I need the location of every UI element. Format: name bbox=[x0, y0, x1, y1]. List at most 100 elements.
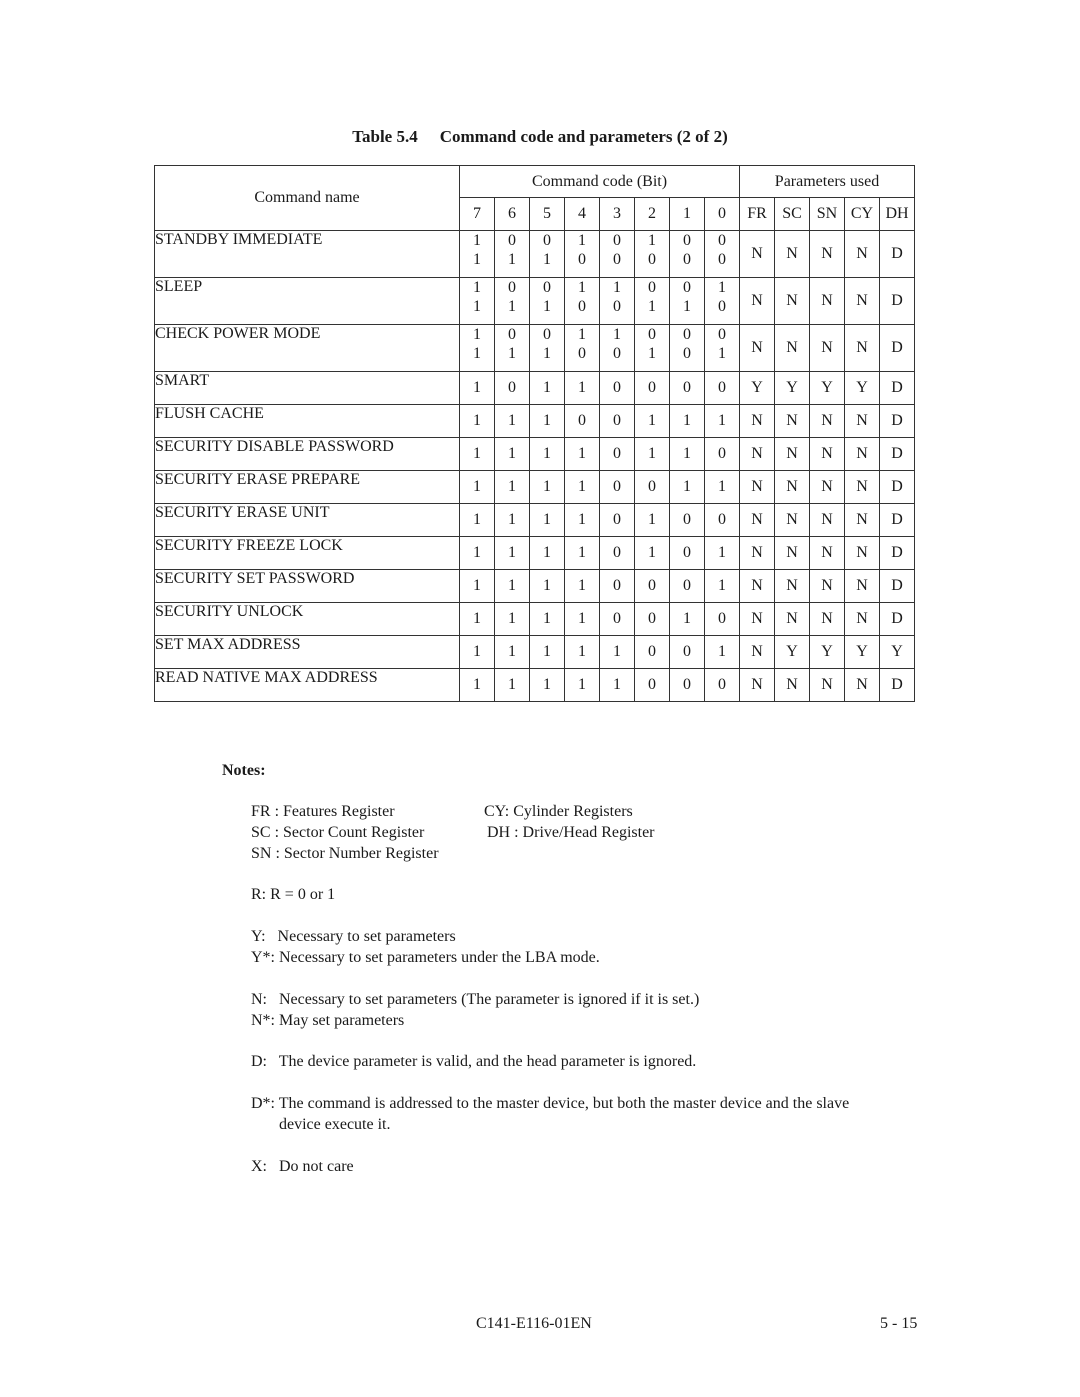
param-cell: N bbox=[809, 536, 845, 570]
param-cell: N bbox=[774, 470, 810, 504]
footer-page-number: 5 - 15 bbox=[880, 1315, 918, 1332]
bit-value: 1 bbox=[543, 676, 551, 693]
bit-column-header: 0 bbox=[704, 197, 740, 231]
bit-value: 1 bbox=[508, 643, 516, 660]
param-cell: D bbox=[879, 668, 915, 702]
bit-value: 0 bbox=[613, 544, 621, 561]
command-name-cell: SECURITY SET PASSWORD bbox=[154, 569, 460, 603]
bit-value: 1 bbox=[718, 279, 726, 296]
bit-cell: 0 bbox=[599, 536, 635, 570]
bit-cell: 11 bbox=[459, 324, 495, 372]
param-cell: D bbox=[879, 324, 915, 372]
note-n-star: N*: May set parameters bbox=[251, 1012, 405, 1029]
bit-cell: 1 bbox=[494, 437, 530, 471]
bit-cell: 1 bbox=[564, 503, 600, 537]
bit-value: 1 bbox=[508, 412, 516, 429]
param-cell: N bbox=[809, 230, 845, 278]
param-cell: N bbox=[844, 324, 880, 372]
bit-value: 1 bbox=[473, 544, 481, 561]
bit-value: 0 bbox=[648, 279, 656, 296]
bit-value: 0 bbox=[613, 478, 621, 495]
bit-cell: 01 bbox=[494, 230, 530, 278]
bit-cell: 0 bbox=[704, 437, 740, 471]
bit-value-alt: 0 bbox=[578, 298, 586, 315]
bit-cell: 0 bbox=[669, 668, 705, 702]
bit-cell: 1 bbox=[529, 470, 565, 504]
bit-column-header: 5 bbox=[529, 197, 565, 231]
bit-value: 1 bbox=[473, 478, 481, 495]
bit-column-header: 7 bbox=[459, 197, 495, 231]
param-cell: D bbox=[879, 230, 915, 278]
bit-column-header: 3 bbox=[599, 197, 635, 231]
param-cell: D bbox=[879, 371, 915, 405]
param-cell: D bbox=[879, 470, 915, 504]
bit-value: 1 bbox=[718, 544, 726, 561]
bit-value: 0 bbox=[508, 326, 516, 343]
param-cell: N bbox=[739, 569, 775, 603]
bit-value-alt: 0 bbox=[613, 298, 621, 315]
param-cell: N bbox=[844, 470, 880, 504]
param-cell: N bbox=[774, 437, 810, 471]
bit-value: 0 bbox=[543, 279, 551, 296]
bit-value: 1 bbox=[718, 478, 726, 495]
bit-cell: 0 bbox=[564, 404, 600, 438]
bit-value: 1 bbox=[473, 279, 481, 296]
bit-value: 1 bbox=[613, 279, 621, 296]
param-cell: D bbox=[879, 569, 915, 603]
bit-value: 1 bbox=[718, 577, 726, 594]
bit-cell: 1 bbox=[529, 602, 565, 636]
bit-value: 0 bbox=[718, 511, 726, 528]
param-cell: N bbox=[844, 536, 880, 570]
bit-value: 1 bbox=[473, 643, 481, 660]
command-name-cell: SET MAX ADDRESS bbox=[154, 635, 460, 669]
bit-value: 1 bbox=[578, 379, 586, 396]
table-row: STANDBY IMMEDIATE 1 1 0 1 0 1 1 0 0 0 1 0 0 0 0 0 N N N N D bbox=[154, 230, 915, 278]
bit-value: 1 bbox=[543, 544, 551, 561]
bit-cell: 1 bbox=[459, 404, 495, 438]
param-cell: N bbox=[739, 230, 775, 278]
bit-cell: 01 bbox=[704, 324, 740, 372]
bit-value: 0 bbox=[613, 511, 621, 528]
bit-cell: 0 bbox=[704, 503, 740, 537]
bit-value-alt: 1 bbox=[683, 298, 691, 315]
bit-cell: 0 bbox=[599, 503, 635, 537]
note-y: Y: Necessary to set parameters bbox=[251, 928, 456, 945]
command-name-cell: FLUSH CACHE bbox=[154, 404, 460, 438]
param-cell: N bbox=[844, 277, 880, 325]
param-cell: Y bbox=[879, 635, 915, 669]
bit-value-alt: 1 bbox=[648, 345, 656, 362]
bit-value: 1 bbox=[683, 478, 691, 495]
bit-cell: 1 bbox=[704, 404, 740, 438]
note-d-star-line2: device execute it. bbox=[279, 1116, 391, 1133]
bit-value: 1 bbox=[578, 610, 586, 627]
bit-cell: 1 bbox=[669, 437, 705, 471]
param-cell: N bbox=[844, 404, 880, 438]
param-cell: D bbox=[879, 404, 915, 438]
header-row-groups: Command name Command code (Bit) Paramete… bbox=[154, 165, 915, 231]
bit-value: 1 bbox=[508, 610, 516, 627]
bit-cell: 1 bbox=[564, 668, 600, 702]
bit-value: 0 bbox=[543, 326, 551, 343]
note-r: R: R = 0 or 1 bbox=[251, 886, 336, 903]
command-code-header: Command code (Bit) bbox=[459, 165, 740, 198]
bit-cell: 1 bbox=[599, 668, 635, 702]
bit-value: 0 bbox=[613, 577, 621, 594]
bit-value: 1 bbox=[648, 544, 656, 561]
param-cell: N bbox=[809, 602, 845, 636]
bit-value-alt: 1 bbox=[543, 345, 551, 362]
bit-value: 1 bbox=[718, 412, 726, 429]
table-caption: Command code and parameters (2 of 2) bbox=[439, 127, 728, 146]
bit-value: 1 bbox=[473, 511, 481, 528]
bit-cell: 1 bbox=[459, 602, 495, 636]
bit-cell: 0 bbox=[599, 371, 635, 405]
bit-cell: 1 bbox=[529, 503, 565, 537]
table-row: SECURITY ERASE UNIT 1 1 1 1 0 1 0 0 N N N N D bbox=[154, 503, 915, 537]
bit-value: 0 bbox=[683, 232, 691, 249]
bit-value: 1 bbox=[578, 445, 586, 462]
param-column-header: FR bbox=[739, 197, 775, 231]
command-table: Command name Command code (Bit) Paramete… bbox=[154, 165, 915, 702]
param-cell: Y bbox=[844, 635, 880, 669]
bit-value: 1 bbox=[543, 511, 551, 528]
bit-value: 1 bbox=[473, 676, 481, 693]
bit-column-header: 2 bbox=[634, 197, 670, 231]
